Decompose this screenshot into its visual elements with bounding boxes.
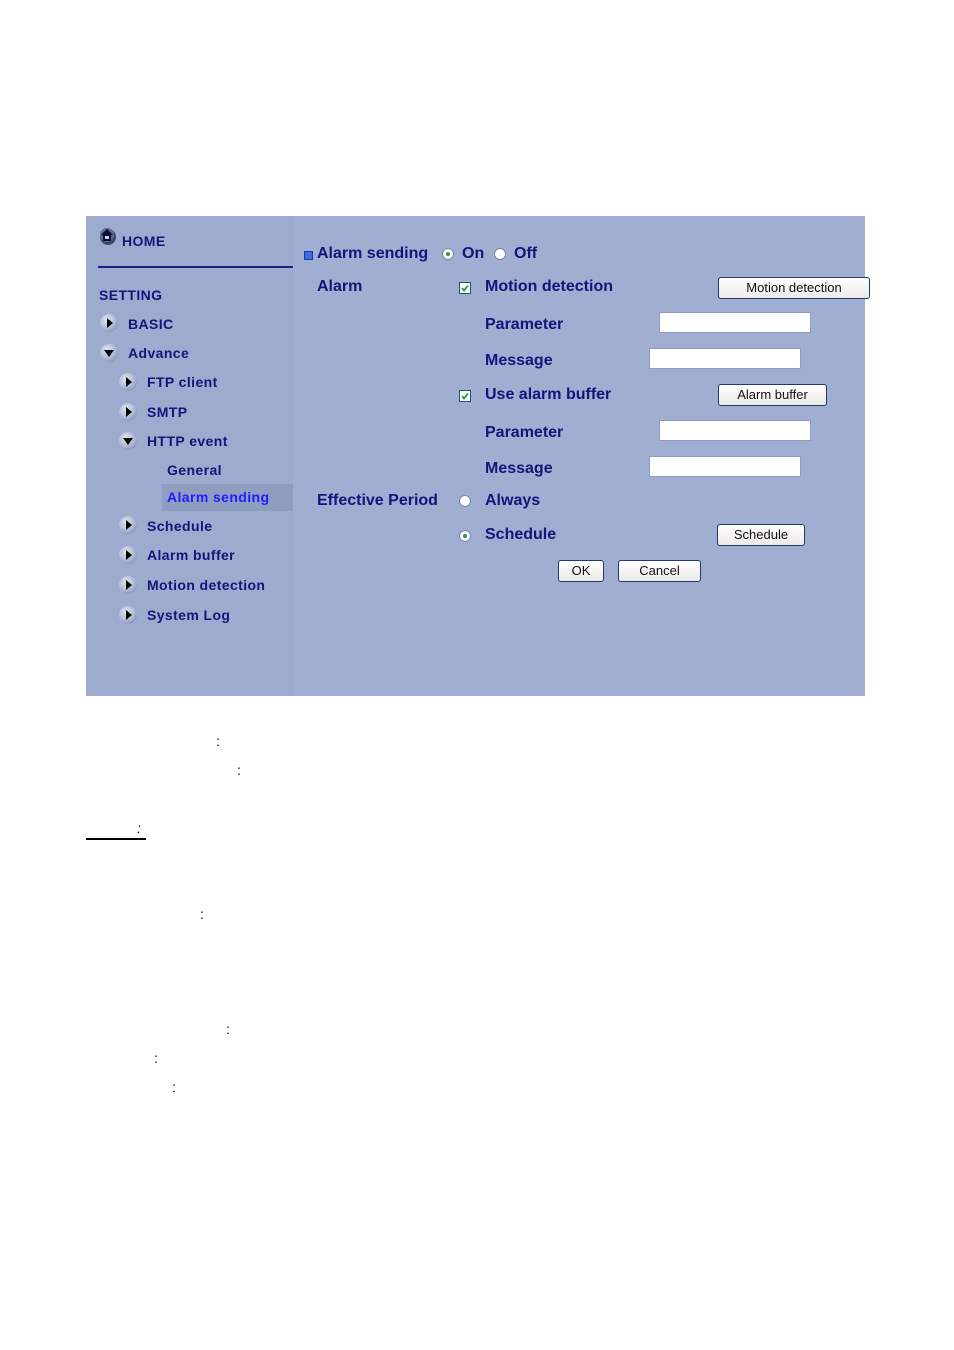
- doc-underline: [86, 838, 146, 840]
- doc-colon: :: [237, 762, 241, 778]
- motion-detection-button[interactable]: Motion detection: [718, 277, 870, 299]
- doc-colon: :: [226, 1021, 230, 1037]
- effective-period-always-radio[interactable]: [459, 495, 471, 507]
- settings-panel: HOME SETTING BASIC Advance FTP client SM…: [86, 216, 870, 696]
- effective-period-schedule-label: Schedule: [485, 526, 557, 543]
- effective-period-label: Effective Period: [317, 492, 438, 509]
- sidebar-item-label: Motion detection: [147, 577, 266, 593]
- arrow-right-icon: [119, 516, 137, 534]
- arrow-down-icon: [100, 344, 118, 362]
- sidebar-item-label: HTTP event: [147, 433, 228, 449]
- doc-colon: :: [154, 1050, 158, 1066]
- home-label: HOME: [122, 233, 166, 249]
- ok-button[interactable]: OK: [558, 560, 604, 582]
- cancel-button[interactable]: Cancel: [618, 560, 701, 582]
- alarm-sending-form: Alarm sending On Off Alarm Motion detect…: [293, 216, 870, 696]
- alarm-sending-off-label: Off: [514, 245, 538, 262]
- arrow-right-icon: [119, 576, 137, 594]
- alarm-sending-on-radio[interactable]: [442, 248, 454, 260]
- motion-parameter-label: Parameter: [485, 316, 564, 333]
- motion-detection-label: Motion detection: [485, 278, 613, 295]
- alarm-label: Alarm: [317, 278, 363, 295]
- alarm-sending-off-radio[interactable]: [494, 248, 506, 260]
- doc-colon: :: [172, 1079, 176, 1095]
- sidebar-item-label: System Log: [147, 607, 231, 623]
- home-icon: [98, 226, 118, 246]
- motion-message-label: Message: [485, 352, 553, 369]
- doc-colon: :: [200, 906, 204, 922]
- alarm-sending-label: Alarm sending: [317, 245, 429, 262]
- use-alarm-buffer-label: Use alarm buffer: [485, 386, 612, 403]
- alarm-buffer-button[interactable]: Alarm buffer: [718, 384, 827, 406]
- arrow-right-icon: [100, 314, 118, 332]
- motion-message-input[interactable]: [649, 348, 801, 369]
- sidebar-item-alarm-sending[interactable]: Alarm sending: [167, 489, 269, 505]
- arrow-right-icon: [119, 606, 137, 624]
- arrow-right-icon: [119, 403, 137, 421]
- doc-colon: :: [137, 820, 141, 836]
- buffer-parameter-input[interactable]: [659, 420, 811, 441]
- sidebar-item-label: FTP client: [147, 374, 218, 390]
- sidebar-item-label: Alarm buffer: [147, 547, 236, 563]
- square-bullet-icon: [304, 251, 313, 260]
- alarm-sending-on-label: On: [462, 245, 485, 262]
- effective-period-always-label: Always: [485, 492, 541, 509]
- buffer-message-label: Message: [485, 460, 553, 477]
- buffer-message-input[interactable]: [649, 456, 801, 477]
- sidebar-item-label: Schedule: [147, 518, 213, 534]
- arrow-right-icon: [119, 373, 137, 391]
- sidebar-item-label: SMTP: [147, 404, 188, 420]
- sidebar-divider: [98, 266, 293, 268]
- doc-colon: :: [216, 733, 220, 749]
- sidebar-item-label: BASIC: [128, 316, 174, 332]
- sidebar-item-label: Advance: [128, 345, 190, 361]
- setting-heading: SETTING: [99, 287, 163, 303]
- schedule-button[interactable]: Schedule: [717, 524, 805, 546]
- effective-period-schedule-radio[interactable]: [459, 530, 471, 542]
- sidebar-item-general[interactable]: General: [167, 462, 222, 478]
- motion-detection-checkbox[interactable]: [459, 282, 471, 294]
- arrow-down-icon: [119, 432, 137, 450]
- use-alarm-buffer-checkbox[interactable]: [459, 390, 471, 402]
- motion-parameter-input[interactable]: [659, 312, 811, 333]
- sidebar: HOME SETTING BASIC Advance FTP client SM…: [86, 216, 293, 696]
- buffer-parameter-label: Parameter: [485, 424, 564, 441]
- arrow-right-icon: [119, 546, 137, 564]
